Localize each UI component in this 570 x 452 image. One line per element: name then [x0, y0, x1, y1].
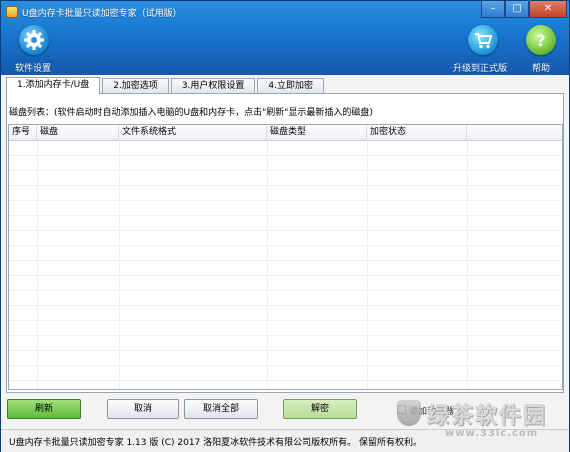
grid-row-line: [9, 200, 562, 201]
auto-add-label: 添加动动器: [409, 407, 455, 417]
close-button[interactable]: ✕: [529, 1, 567, 18]
upgrade-button[interactable]: 升级到正式版: [453, 25, 515, 74]
grid-column-line: [267, 140, 268, 389]
column-header-index[interactable]: 序号: [9, 125, 37, 140]
tab-add-disks[interactable]: 1.添加内存卡/U盘: [6, 77, 101, 94]
grid-row-line: [9, 350, 562, 351]
upgrade-label: 升级到正式版: [453, 64, 508, 74]
status-text: U盘内存卡批量只读加密专家 1.13 版 (C) 2017 洛阳夏冰软件技术有限…: [9, 438, 423, 448]
grid-row-line: [9, 335, 562, 336]
tab-encrypt-options[interactable]: 2.加密选项: [102, 78, 169, 93]
gear-icon: [19, 25, 49, 55]
disk-list[interactable]: 序号 磁盘 文件系统格式 磁盘类型 加密状态: [8, 124, 563, 390]
tab-strip: 1.添加内存卡/U盘 2.加密选项 3.用户权限设置 4.立即加密: [6, 77, 326, 94]
grid-column-line: [37, 140, 38, 389]
grid-column-line: [467, 140, 468, 389]
grid-row-line: [9, 320, 562, 321]
column-header-disk[interactable]: 磁盘: [37, 125, 119, 140]
cart-icon: [468, 25, 498, 55]
app-icon: [6, 6, 18, 18]
cancel-button[interactable]: 取消: [107, 399, 179, 419]
settings-label: 软件设置: [15, 64, 52, 74]
title-bar: U盘内存卡批量只读加密专家（试用版） – □ ✕: [1, 1, 569, 23]
grid-row-line: [9, 245, 562, 246]
settings-button[interactable]: 软件设置: [15, 25, 53, 74]
app-window: U盘内存卡批量只读加密专家（试用版） – □ ✕ 软件设置 升级到正式版 ? 帮…: [0, 0, 570, 452]
tab-user-permissions[interactable]: 3.用户权限设置: [170, 78, 256, 93]
grid-row-line: [9, 185, 562, 186]
grid-row-line: [9, 260, 562, 261]
grid-row-line: [9, 215, 562, 216]
grid-row-line: [9, 170, 562, 171]
help-button[interactable]: ? 帮助: [523, 25, 559, 74]
decrypt-button[interactable]: 解密: [283, 399, 357, 419]
column-header-filesystem[interactable]: 文件系统格式: [119, 125, 267, 140]
grid-row-line: [9, 155, 562, 156]
minimize-button[interactable]: –: [481, 1, 505, 18]
grid-row-line: [9, 230, 562, 231]
grid-row-line: [9, 365, 562, 366]
window-controls: – □ ✕: [481, 1, 567, 19]
maximize-button[interactable]: □: [505, 1, 529, 18]
grid-column-line: [119, 140, 120, 389]
disk-list-caption: 磁盘列表：(软件启动时自动添加插入电脑的U盘和内存卡，点击"刷新"显示最新插入的…: [9, 108, 373, 118]
cancel-all-button[interactable]: 取消全部: [184, 399, 258, 419]
auto-add-checkbox[interactable]: [397, 405, 406, 414]
column-header-disk-type[interactable]: 磁盘类型: [267, 125, 367, 140]
grid-row-line: [9, 290, 562, 291]
tab-encrypt-now[interactable]: 4.立即加密: [257, 78, 324, 93]
refresh-button[interactable]: 刷新: [7, 399, 81, 419]
disk-list-header: 序号 磁盘 文件系统格式 磁盘类型 加密状态: [9, 125, 562, 141]
svg-text:?: ?: [536, 31, 545, 50]
grid-row-line: [9, 380, 562, 381]
grid-row-line: [9, 305, 562, 306]
status-bar: U盘内存卡批量只读加密专家 1.13 版 (C) 2017 洛阳夏冰软件技术有限…: [1, 429, 569, 452]
header-banner: U盘内存卡批量只读加密专家（试用版） – □ ✕ 软件设置 升级到正式版 ? 帮…: [1, 1, 569, 75]
window-title: U盘内存卡批量只读加密专家（试用版）: [22, 9, 182, 19]
grid-row-line: [9, 275, 562, 276]
help-icon: ?: [526, 25, 556, 55]
grid-column-line: [367, 140, 368, 389]
column-header-encrypt-status[interactable]: 加密状态: [367, 125, 467, 140]
help-label: 帮助: [532, 64, 551, 74]
